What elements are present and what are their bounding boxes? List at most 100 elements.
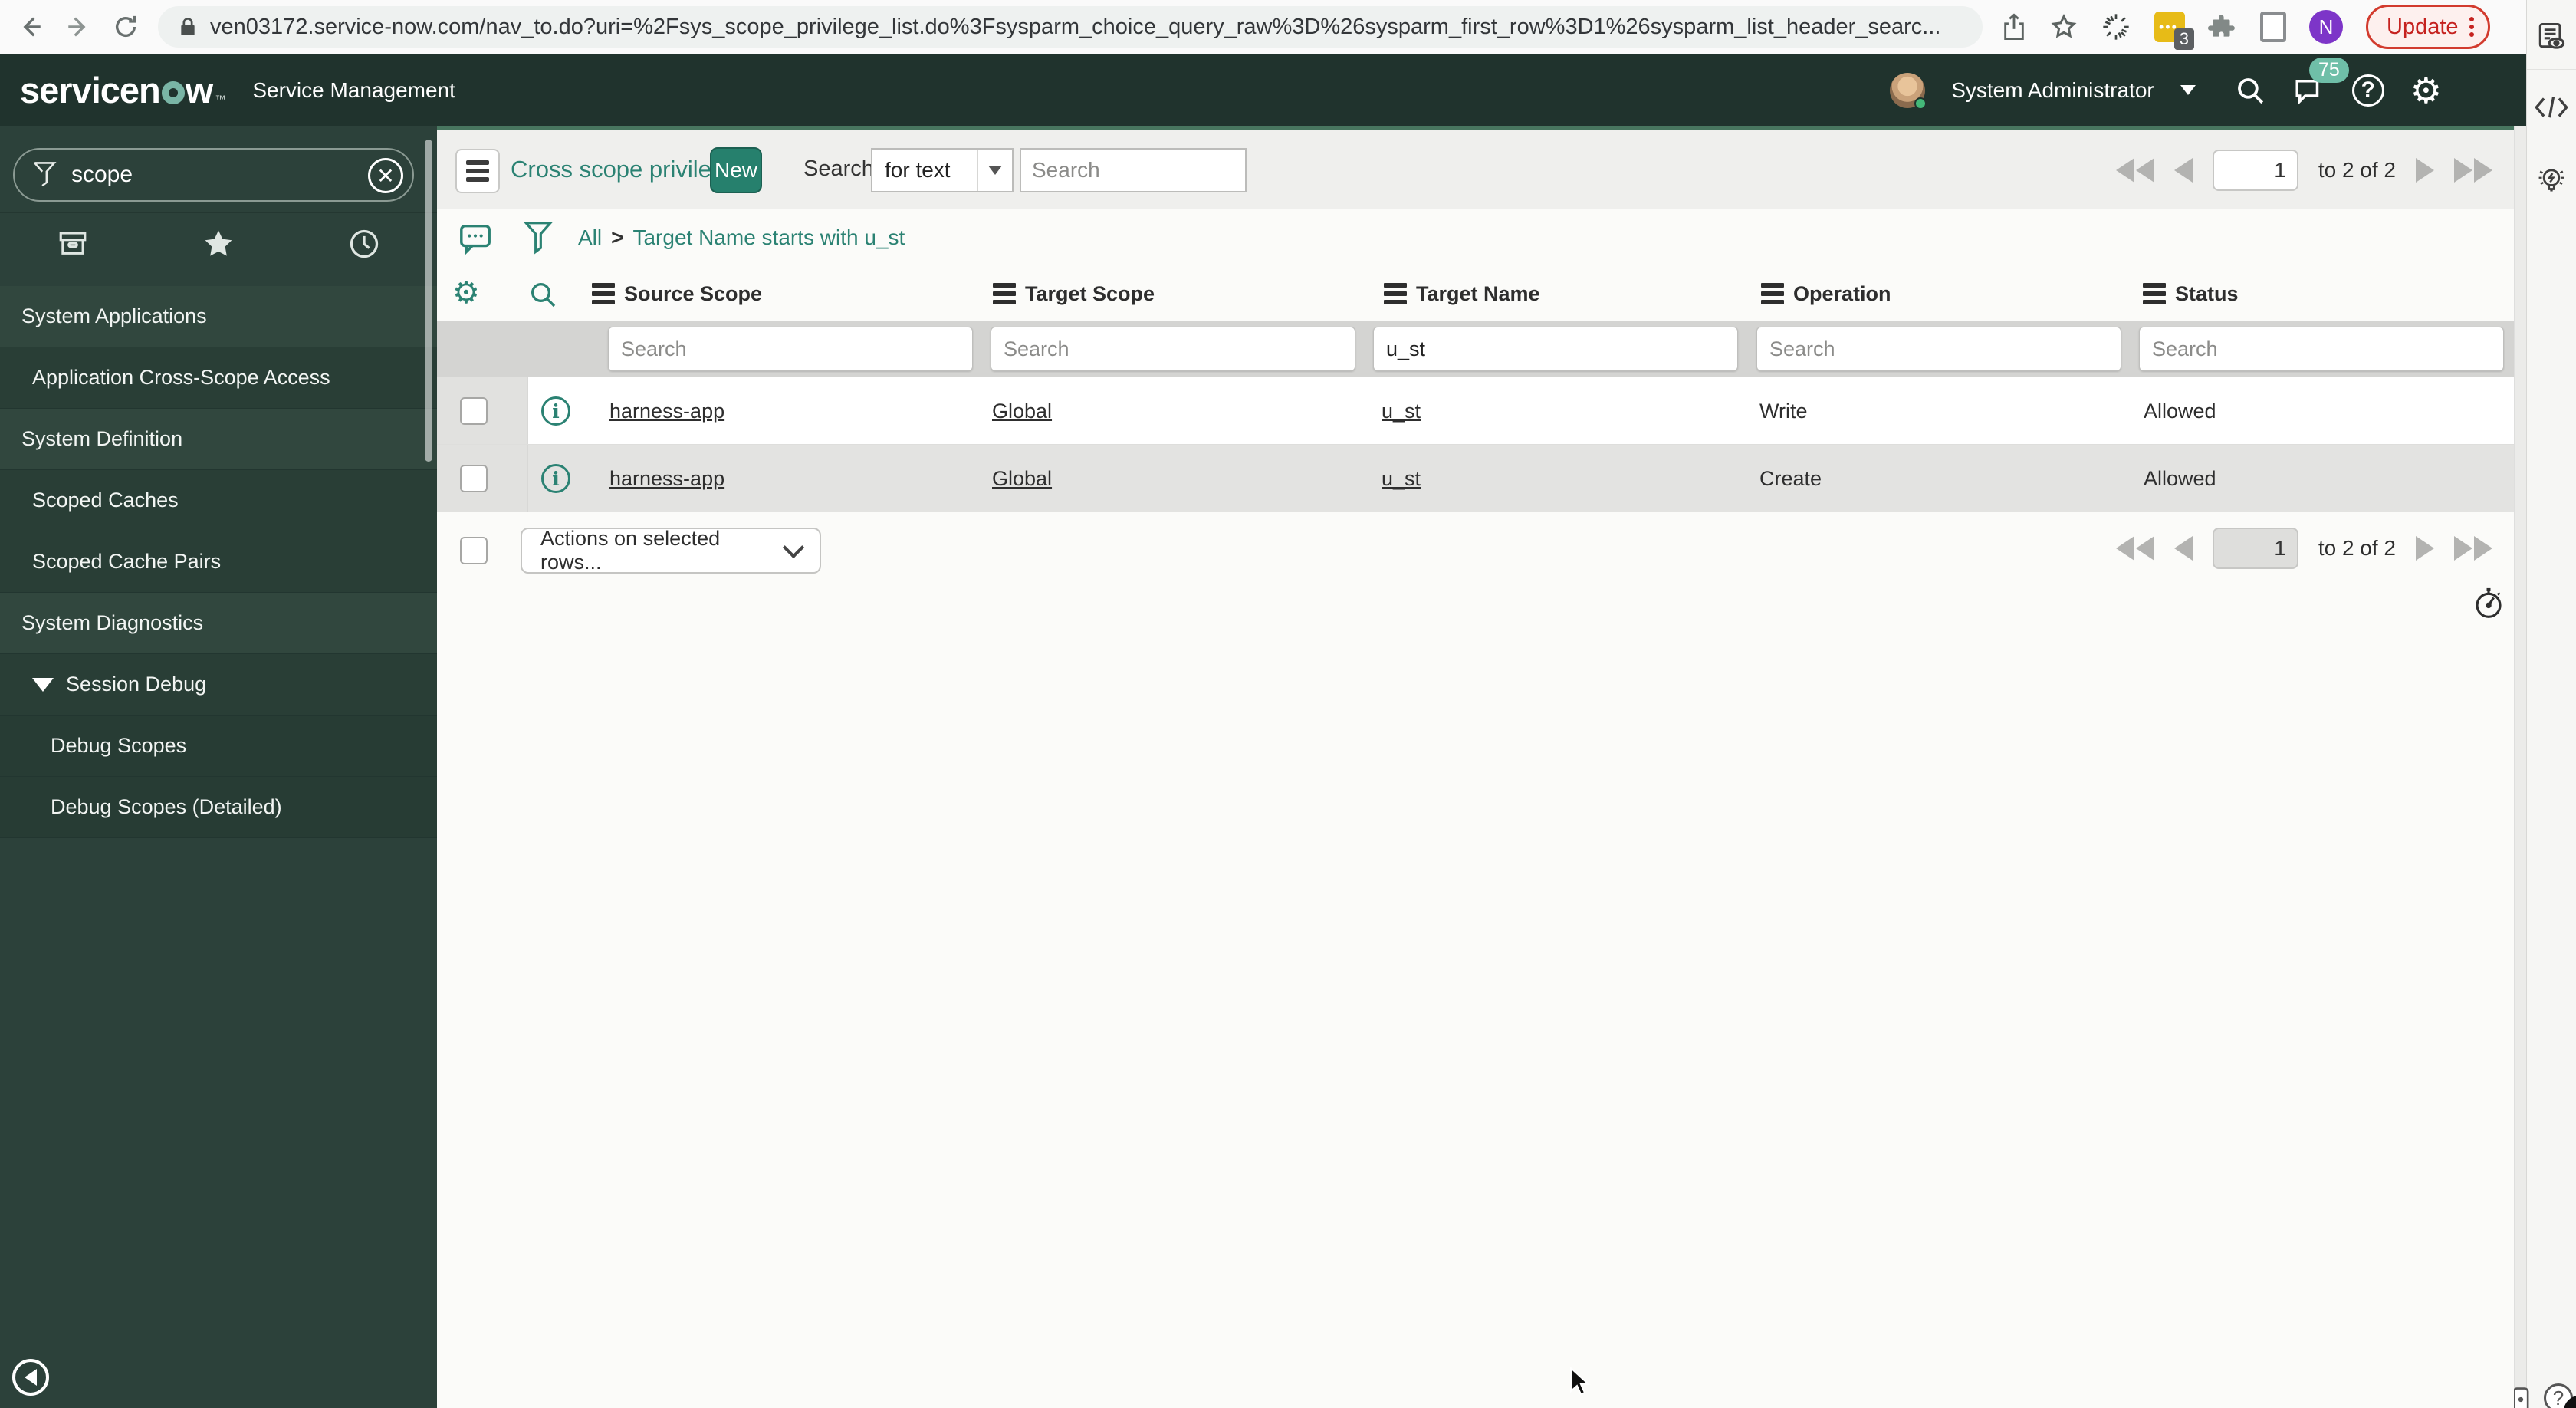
filter-target-scope-input[interactable] — [991, 327, 1355, 371]
navigator-filter[interactable]: ✕ — [13, 148, 414, 202]
prev-page-icon[interactable] — [2174, 158, 2193, 183]
nav-item-scoped-caches[interactable]: Scoped Caches — [0, 470, 437, 531]
column-menu-icon[interactable] — [1384, 283, 1407, 304]
row-info-icon[interactable]: i — [541, 396, 570, 426]
cell-target-name[interactable]: u_st — [1382, 377, 1421, 445]
next-page-icon[interactable] — [2416, 536, 2434, 561]
prev-page-icon[interactable] — [2174, 536, 2193, 561]
navigator-filter-input[interactable] — [71, 162, 324, 188]
filter-target-name-input[interactable] — [1373, 327, 1738, 371]
select-all-checkbox[interactable] — [460, 537, 488, 564]
user-menu-caret-icon[interactable] — [2180, 85, 2196, 95]
user-name[interactable]: System Administrator — [1951, 78, 2154, 103]
cell-source-scope[interactable]: harness-app — [610, 445, 724, 512]
table-row: i harness-app Global u_st Create Allowed — [437, 445, 2514, 512]
settings-gear-icon[interactable]: ⚙ — [2410, 73, 2442, 108]
page-number-input[interactable] — [2212, 528, 2298, 569]
extension-spinner-icon[interactable] — [2101, 12, 2131, 42]
lock-icon — [181, 18, 195, 35]
column-menu-icon[interactable] — [2143, 283, 2166, 304]
product-title: Service Management — [252, 77, 455, 102]
code-panel-icon[interactable] — [2534, 92, 2569, 123]
clock-icon — [350, 229, 379, 258]
nav-section-system-definition[interactable]: System Definition — [0, 409, 437, 470]
row-checkbox[interactable] — [460, 397, 488, 425]
extension-badge: 3 — [2174, 28, 2194, 50]
cell-target-scope[interactable]: Global — [992, 445, 1052, 512]
row-checkbox[interactable] — [460, 465, 488, 492]
column-operation[interactable]: Operation — [1761, 267, 1891, 321]
share-icon[interactable] — [2001, 12, 2027, 41]
reading-list-icon[interactable] — [2535, 20, 2568, 54]
last-page-icon[interactable] — [2454, 158, 2492, 183]
browser-update-button[interactable]: Update — [2366, 5, 2490, 49]
nav-item-debug-scopes-detailed[interactable]: Debug Scopes (Detailed) — [0, 777, 437, 838]
column-source-scope[interactable]: Source Scope — [592, 267, 762, 321]
column-target-scope[interactable]: Target Scope — [993, 267, 1155, 321]
user-avatar[interactable] — [1890, 72, 1927, 110]
hint-lightbulb-icon[interactable] — [2534, 163, 2569, 198]
column-search-icon[interactable] — [527, 279, 558, 310]
page-number-input[interactable] — [2212, 150, 2298, 191]
navigator-tabs — [0, 212, 437, 275]
breadcrumb-all-link[interactable]: All — [578, 225, 602, 250]
nav-item-session-debug[interactable]: Session Debug — [0, 654, 437, 716]
column-menu-icon[interactable] — [993, 283, 1016, 304]
page-scrollbar[interactable] — [2514, 54, 2526, 1408]
sidebar-scrollbar[interactable] — [425, 140, 432, 462]
help-icon[interactable]: ? — [2351, 74, 2384, 107]
nav-item-application-cross-scope-access[interactable]: Application Cross-Scope Access — [0, 347, 437, 409]
first-page-icon[interactable] — [2115, 158, 2154, 183]
next-page-icon[interactable] — [2416, 158, 2434, 183]
cell-operation: Create — [1760, 466, 1822, 490]
browser-menu-icon[interactable] — [2469, 14, 2474, 40]
column-status[interactable]: Status — [2143, 267, 2239, 321]
side-panel-icon[interactable] — [2260, 12, 2286, 42]
list-chat-icon[interactable] — [457, 221, 494, 256]
nav-item-debug-scopes[interactable]: Debug Scopes — [0, 716, 437, 777]
navigator-menu: System Applications Application Cross-Sc… — [0, 286, 437, 838]
bookmark-star-icon[interactable] — [2050, 13, 2078, 41]
breadcrumb-filter-icon[interactable] — [523, 219, 554, 256]
global-search-icon[interactable] — [2234, 74, 2266, 107]
last-page-icon[interactable] — [2454, 536, 2492, 561]
row-info-icon[interactable]: i — [541, 464, 570, 493]
extensions-puzzle-icon[interactable] — [2208, 12, 2237, 41]
tab-favorites[interactable] — [146, 213, 291, 275]
extension-password-icon[interactable]: ••• 3 — [2154, 12, 2194, 50]
filter-status-input[interactable] — [2139, 327, 2504, 371]
browser-forward-icon[interactable] — [61, 10, 95, 44]
collapse-navigator-button[interactable] — [12, 1359, 49, 1396]
first-page-icon[interactable] — [2115, 536, 2154, 561]
nav-section-system-applications[interactable]: System Applications — [0, 286, 437, 347]
cell-source-scope[interactable]: harness-app — [610, 377, 724, 445]
actions-select[interactable]: Actions on selected rows... — [521, 527, 821, 574]
browser-reload-icon[interactable] — [109, 10, 143, 44]
filter-source-scope-input[interactable] — [608, 327, 973, 371]
mini-panel-icon[interactable] — [2512, 1387, 2530, 1408]
browser-profile-avatar[interactable]: N — [2309, 10, 2343, 44]
tab-history[interactable] — [291, 213, 437, 275]
clear-filter-icon[interactable]: ✕ — [368, 158, 403, 193]
list-menu-button[interactable] — [455, 149, 500, 193]
list-settings-gear-icon[interactable]: ⚙ — [452, 278, 480, 308]
pagination-top: to 2 of 2 — [2115, 150, 2492, 191]
column-menu-icon[interactable] — [592, 283, 615, 304]
expand-triangle-icon[interactable] — [32, 677, 54, 692]
address-bar[interactable]: ven03172.service-now.com/nav_to.do?uri=%… — [158, 6, 1983, 48]
column-menu-icon[interactable] — [1761, 283, 1784, 304]
nav-item-scoped-cache-pairs[interactable]: Scoped Cache Pairs — [0, 531, 437, 593]
new-button[interactable]: New — [710, 147, 762, 193]
notifications-icon[interactable]: 75 — [2292, 57, 2349, 107]
browser-back-icon[interactable] — [14, 10, 48, 44]
cell-target-scope[interactable]: Global — [992, 377, 1052, 445]
breadcrumb-condition-link[interactable]: Target Name starts with u_st — [632, 225, 905, 250]
response-time-icon[interactable] — [2473, 586, 2504, 620]
filter-operation-input[interactable] — [1756, 327, 2121, 371]
tab-all-applications[interactable] — [0, 213, 146, 275]
list-search-input[interactable] — [1020, 148, 1247, 192]
column-target-name[interactable]: Target Name — [1384, 267, 1540, 321]
search-type-select[interactable]: for text — [871, 148, 1014, 192]
nav-section-system-diagnostics[interactable]: System Diagnostics — [0, 593, 437, 654]
cell-target-name[interactable]: u_st — [1382, 445, 1421, 512]
